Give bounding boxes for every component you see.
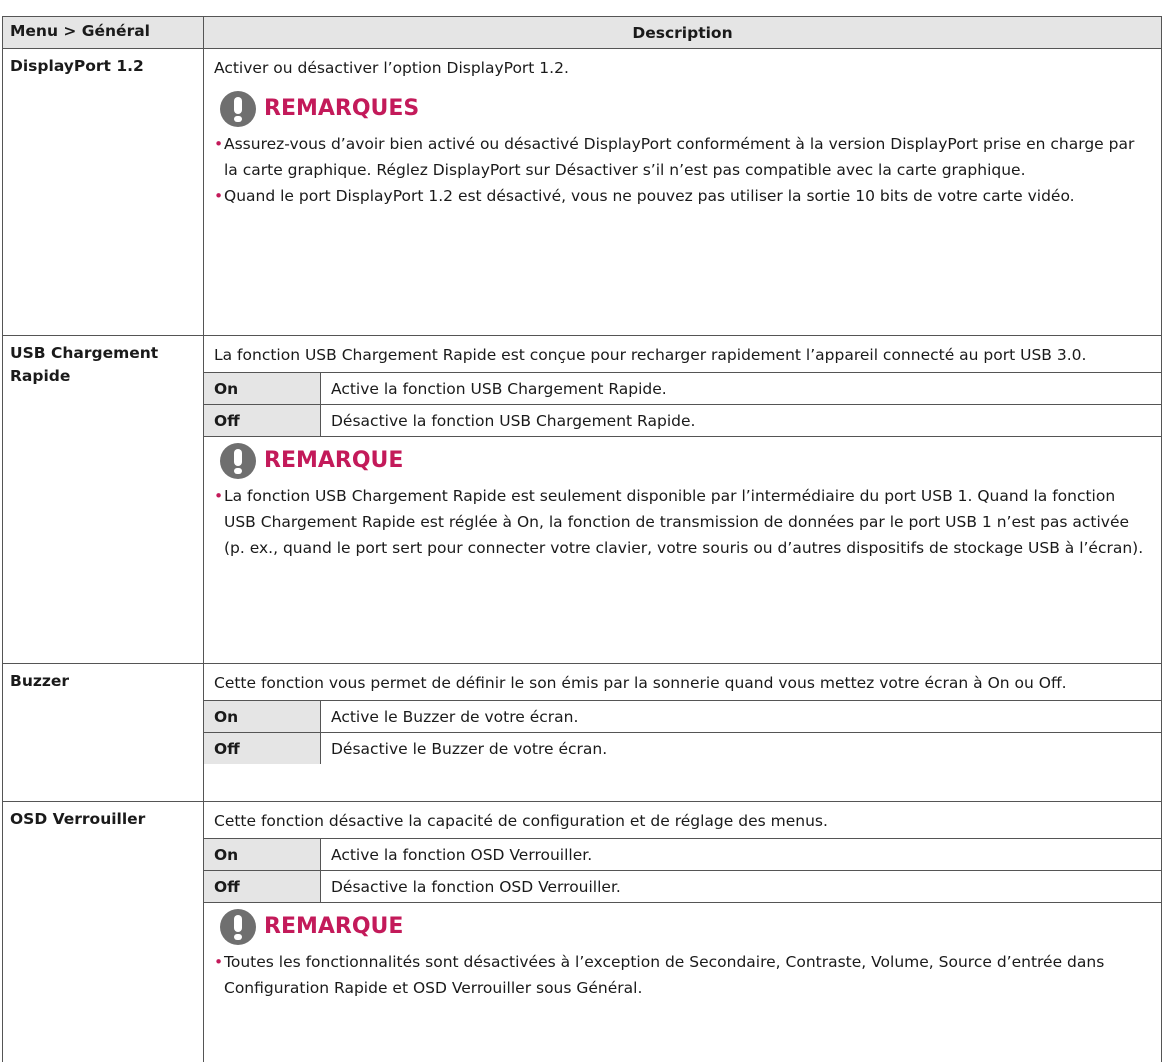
exclamation-icon — [220, 91, 256, 127]
option-value: Active le Buzzer de votre écran. — [331, 708, 579, 726]
row-label: DisplayPort 1.2 — [3, 49, 204, 335]
note-header: REMARQUE — [214, 907, 1151, 947]
header-description: Description — [204, 17, 1162, 48]
option-key: Off — [204, 733, 321, 764]
option-row-on: On Active la fonction USB Chargement Rap… — [204, 372, 1161, 404]
row-label: USB Chargement Rapide — [3, 336, 204, 663]
row-description: Activer ou désactiver l’option DisplayPo… — [204, 49, 1162, 335]
option-row-off: Off Désactive la fonction OSD Verrouille… — [204, 870, 1161, 903]
option-row-off: Off Désactive la fonction USB Chargement… — [204, 404, 1161, 437]
header-menu: Menu > Général — [3, 17, 204, 48]
table-row: Buzzer Cette fonction vous permet de déf… — [3, 664, 1162, 802]
option-key: On — [204, 701, 321, 732]
row-label: Buzzer — [3, 664, 204, 801]
row-description: La fonction USB Chargement Rapide est co… — [204, 336, 1162, 663]
note-header: REMARQUES — [214, 89, 1151, 129]
note-bullet: • Assurez-vous d’avoir bien activé ou dés… — [214, 135, 1135, 179]
row-description: Cette fonction désactive la capacité de … — [204, 802, 1162, 1062]
row-desc-text: Activer ou désactiver l’option DisplayPo… — [214, 59, 569, 77]
row-desc-text: Cette fonction désactive la capacité de … — [214, 812, 828, 830]
option-value: Active la fonction USB Chargement Rapide… — [331, 380, 667, 398]
option-row-off: Off Désactive le Buzzer de votre écran. — [204, 732, 1161, 764]
option-row-on: On Active la fonction OSD Verrouiller. — [204, 838, 1161, 870]
note-title: REMARQUE — [264, 448, 404, 473]
row-label: OSD Verrouiller — [3, 802, 204, 1062]
exclamation-icon — [220, 443, 256, 479]
table-row: USB Chargement Rapide La fonction USB Ch… — [3, 336, 1162, 664]
option-value: Désactive la fonction OSD Verrouiller. — [331, 878, 621, 896]
option-value: Désactive la fonction USB Chargement Rap… — [331, 412, 696, 430]
note-title: REMARQUES — [264, 96, 420, 121]
note-box: REMARQUES • Assurez-vous d’avoir bien act… — [204, 89, 1161, 211]
table-row: OSD Verrouiller Cette fonction désactive… — [3, 802, 1162, 1062]
option-key: On — [204, 373, 321, 404]
row-desc-text: La fonction USB Chargement Rapide est co… — [214, 346, 1087, 364]
option-row-on: On Active le Buzzer de votre écran. — [204, 700, 1161, 732]
exclamation-icon — [220, 909, 256, 945]
option-value: Désactive le Buzzer de votre écran. — [331, 740, 608, 758]
option-key: Off — [204, 871, 321, 902]
settings-table: Menu > Général Description DisplayPort 1… — [2, 16, 1162, 1062]
option-key: On — [204, 839, 321, 870]
row-description: Cette fonction vous permet de définir le… — [204, 664, 1162, 801]
note-bullet: • Toutes les fonctionnalités sont désacti… — [214, 953, 1105, 997]
note-title: REMARQUE — [264, 914, 404, 939]
note-box: REMARQUE • Toutes les fonctionnalités son… — [204, 907, 1161, 1003]
note-bullet: • Quand le port DisplayPort 1.2 est désac… — [214, 187, 1075, 205]
note-box: REMARQUE • La fonction USB Chargement Rap… — [204, 441, 1161, 563]
option-value: Active la fonction OSD Verrouiller. — [331, 846, 593, 864]
option-key: Off — [204, 405, 321, 436]
note-bullet: • La fonction USB Chargement Rapide est s… — [214, 487, 1144, 557]
note-header: REMARQUE — [214, 441, 1151, 481]
table-header: Menu > Général Description — [3, 17, 1162, 49]
table-row: DisplayPort 1.2 Activer ou désactiver l’… — [3, 49, 1162, 336]
row-desc-text: Cette fonction vous permet de définir le… — [214, 674, 1067, 692]
